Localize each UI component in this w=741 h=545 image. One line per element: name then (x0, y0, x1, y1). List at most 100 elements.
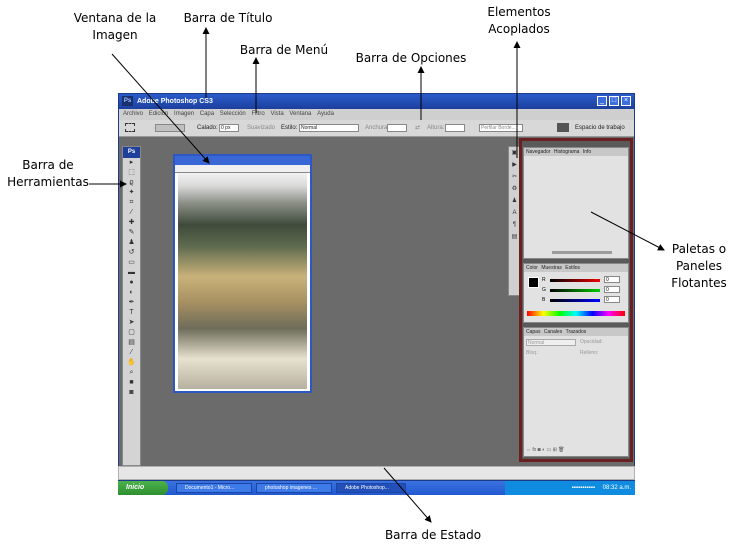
zoom-slider[interactable] (552, 251, 612, 254)
tab-capas[interactable]: Capas (526, 329, 540, 335)
layers-footer-icons[interactable]: ⇔ fx ◙ ◐ ▭ ⊞ 🗑 (526, 447, 626, 454)
blur-tool-icon[interactable]: ● (123, 278, 140, 288)
notes-tool-icon[interactable]: ▤ (123, 338, 140, 348)
start-button[interactable]: Inicio (118, 481, 168, 495)
tray-icons[interactable]: ▪▪▪▪▪▪▪▪▪▪▪ (572, 485, 595, 491)
opacity-label: Opacidad: (580, 339, 603, 345)
tab-color[interactable]: Color (526, 265, 538, 271)
workspace-menu[interactable]: Espacio de trabajo (575, 120, 625, 136)
workspace-icon[interactable] (557, 123, 569, 132)
label-line: Barra de (22, 158, 74, 172)
pen-tool-icon[interactable]: ✒ (123, 298, 140, 308)
label-elementos-acoplados: Elementos Acoplados (476, 4, 562, 38)
menu-vista[interactable]: Vista (270, 111, 283, 117)
marquee-tool-icon[interactable] (125, 123, 135, 132)
hand-tool-icon[interactable]: ✋ (123, 358, 140, 368)
selection-mode-icons[interactable] (155, 124, 185, 132)
crop-tool-icon[interactable]: ⌗ (123, 198, 140, 208)
close-button[interactable]: × (621, 96, 631, 106)
photoshop-window: Ps Adobe Photoshop CS3 _ □ × Archivo Edi… (118, 93, 635, 481)
dodge-tool-icon[interactable]: ◐ (123, 288, 140, 298)
image-window[interactable] (173, 154, 312, 393)
foreground-color-swatch[interactable] (528, 277, 539, 288)
estilo-select[interactable]: Normal (299, 124, 359, 132)
blue-slider[interactable] (550, 299, 600, 302)
layers-panel: Capas Canales Trazados Normal Opacidad: … (523, 327, 629, 457)
color-panel: Color Muestras Estilos R 0 G 0 B 0 (523, 263, 629, 323)
navigator-panel: Navegador Histograma Info (523, 147, 629, 259)
menu-edicion[interactable]: Edición (149, 111, 169, 117)
layers-tabs: Capas Canales Trazados (524, 328, 628, 336)
label-barra-titulo: Barra de Título (183, 11, 273, 25)
image-window-titlebar[interactable] (175, 156, 310, 165)
move-tool-icon[interactable]: ▸ (123, 158, 140, 168)
menu-bar: Archivo Edición Imagen Capa Selección Fi… (119, 109, 634, 120)
eraser-tool-icon[interactable]: ▭ (123, 258, 140, 268)
eyedropper2-tool-icon[interactable]: ⁄ (123, 348, 140, 358)
label-line: Paletas o (671, 242, 727, 256)
green-slider[interactable] (550, 289, 600, 292)
tab-muestras[interactable]: Muestras (541, 265, 562, 271)
task-adobe-photoshop[interactable]: Adobe Photoshop... (336, 483, 406, 493)
tab-info[interactable]: Info (583, 149, 591, 155)
history-brush-icon[interactable]: ↺ (123, 248, 140, 258)
menu-seleccion[interactable]: Selección (220, 111, 246, 117)
label-line: Herramientas (7, 175, 89, 189)
gradient-tool-icon[interactable]: ▬ (123, 268, 140, 278)
g-label: G (542, 287, 546, 293)
fill-label: Relleno: (580, 350, 599, 356)
floating-panels: Navegador Histograma Info Color Muestras… (519, 138, 633, 462)
taskbar: Inicio Documento1 - Micro... photoshop i… (118, 481, 635, 495)
brush-tool-icon[interactable]: ✎ (123, 228, 140, 238)
label-paletas: Paletas o Paneles Flotantes (664, 241, 734, 292)
task-documento[interactable]: Documento1 - Micro... (176, 483, 252, 493)
altura-input[interactable] (445, 124, 465, 132)
tab-canales[interactable]: Canales (544, 329, 562, 335)
suavizado-checkbox[interactable]: Suavizado (247, 120, 275, 136)
minimize-button[interactable]: _ (597, 96, 607, 106)
color-spectrum[interactable] (527, 311, 625, 316)
red-value[interactable]: 0 (604, 276, 620, 283)
calado-input[interactable]: 0 px (219, 124, 239, 132)
quickmask-icon[interactable]: ◙ (123, 388, 140, 398)
label-barra-opciones: Barra de Opciones (355, 51, 467, 65)
path-select-icon[interactable]: ➤ (123, 318, 140, 328)
task-photoshop-imagenes[interactable]: photoshop imagenes ... (256, 483, 332, 493)
swap-icon[interactable]: ⇄ (415, 120, 420, 136)
tab-estilos[interactable]: Estilos (565, 265, 580, 271)
tab-trazados[interactable]: Trazados (566, 329, 587, 335)
color-tabs: Color Muestras Estilos (524, 264, 628, 272)
menu-archivo[interactable]: Archivo (123, 111, 143, 117)
menu-ventana[interactable]: Ventana (289, 111, 311, 117)
eyedropper-tool-icon[interactable]: ⁄ (123, 208, 140, 218)
menu-capa[interactable]: Capa (200, 111, 214, 117)
green-value[interactable]: 0 (604, 286, 620, 293)
maximize-button[interactable]: □ (609, 96, 619, 106)
estilo-label: Estilo: (281, 125, 298, 131)
anchura-input[interactable] (387, 124, 407, 132)
menu-imagen[interactable]: Imagen (174, 111, 194, 117)
wand-tool-icon[interactable]: ✦ (123, 188, 140, 198)
system-tray: ▪▪▪▪▪▪▪▪▪▪▪ 08:32 a.m. (505, 481, 635, 495)
shape-tool-icon[interactable]: ▢ (123, 328, 140, 338)
type-tool-icon[interactable]: T (123, 308, 140, 318)
red-slider[interactable] (550, 279, 600, 282)
zoom-tool-icon[interactable]: ⌕ (123, 368, 140, 378)
color-swatches-icon[interactable]: ■ (123, 378, 140, 388)
photo-image (178, 173, 307, 389)
menu-ayuda[interactable]: Ayuda (317, 111, 334, 117)
marquee-tool-icon[interactable]: ⬚ (123, 168, 140, 178)
blend-mode-select[interactable]: Normal (526, 339, 576, 346)
ps-tools-logo: Ps (123, 147, 140, 158)
blue-value[interactable]: 0 (604, 296, 620, 303)
altura-label: Altura: (427, 125, 445, 131)
tab-histograma[interactable]: Histograma (554, 149, 580, 155)
label-barra-estado: Barra de Estado (384, 528, 482, 542)
refine-edge-button[interactable]: Perfilar Borde... (479, 124, 523, 132)
menu-filtro[interactable]: Filtro (251, 111, 264, 117)
tab-navegador[interactable]: Navegador (526, 149, 550, 155)
r-label: R (542, 277, 546, 283)
lasso-tool-icon[interactable]: ϱ (123, 178, 140, 188)
stamp-tool-icon[interactable]: ♟ (123, 238, 140, 248)
heal-tool-icon[interactable]: ✚ (123, 218, 140, 228)
